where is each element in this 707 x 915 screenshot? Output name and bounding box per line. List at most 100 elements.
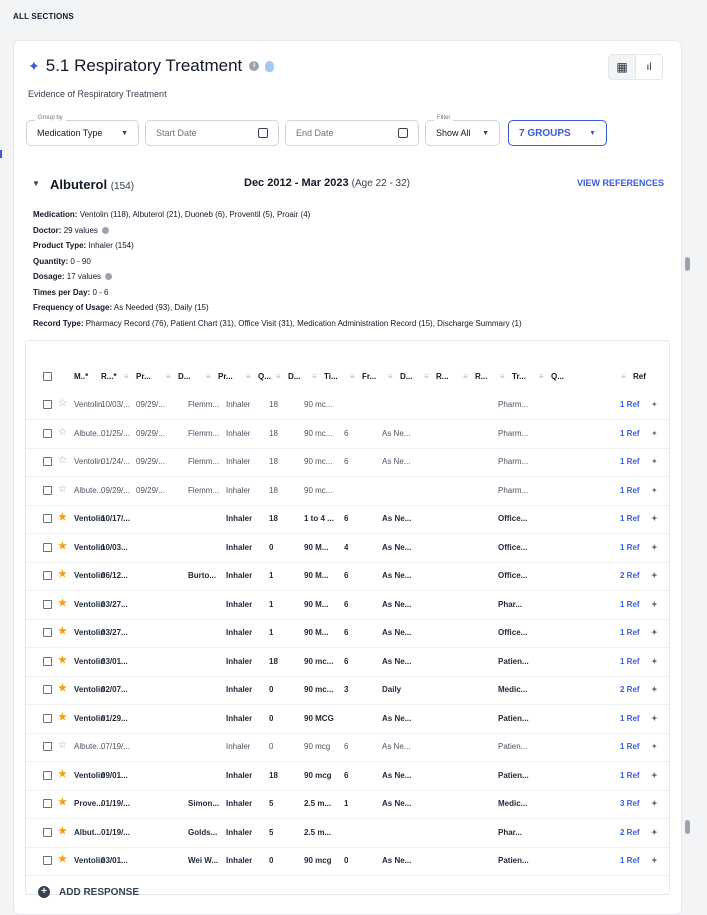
column-header[interactable]: D... [178,372,190,381]
star-icon[interactable]: ★ [58,769,67,780]
row-checkbox[interactable] [43,599,52,609]
ref-link[interactable]: 3 Ref [620,799,640,808]
star-icon[interactable]: ★ [58,854,67,865]
star-icon[interactable]: ☆ [58,484,67,495]
ref-link[interactable]: 1 Ref [620,600,640,609]
ref-link[interactable]: 2 Ref [620,571,640,580]
column-filter-icon[interactable]: ≡ [621,372,626,381]
sparkle-icon[interactable]: ✦ [651,543,658,552]
table-row[interactable]: ☆ Albute... 09/29/... 09/29/... Flemm... Inha… [26,477,669,506]
filter-select[interactable]: Filter Show All ▼ [425,115,500,146]
ref-link[interactable]: 1 Ref [620,856,640,865]
column-filter-icon[interactable]: ≡ [166,372,171,381]
ref-link[interactable]: 1 Ref [620,457,640,466]
row-checkbox[interactable] [43,485,52,495]
column-filter-icon[interactable]: ≡ [424,372,429,381]
table-row[interactable]: ★ Ventolin 03/01... Wei W... Inhaler 0 90 mcg 0… [26,847,669,876]
column-header[interactable]: D... [400,372,412,381]
star-icon[interactable]: ★ [58,541,67,552]
column-header[interactable]: D... [288,372,300,381]
column-header[interactable]: Ref [633,372,646,381]
ref-link[interactable]: 1 Ref [620,771,640,780]
ref-link[interactable]: 1 Ref [620,514,640,523]
sparkle-icon[interactable]: ✦ [651,742,658,751]
sparkle-icon[interactable]: ✦ [651,486,658,495]
table-row[interactable]: ★ Ventolin 03/27... Inhaler 1 90 M... 6 As Ne..… [26,619,669,648]
row-checkbox[interactable] [43,514,52,523]
table-row[interactable]: ☆ Ventolin 01/24/... 09/29/... Flemm... Inhal… [26,448,669,477]
sparkle-icon[interactable]: ✦ [651,457,658,466]
group-by-select[interactable]: Group by Medication Type ▼ [26,115,139,146]
ref-link[interactable]: 1 Ref [620,742,640,751]
star-icon[interactable]: ★ [58,655,67,666]
collapse-chevron-icon[interactable]: ▼ [32,179,40,188]
column-header[interactable]: M..* [74,372,88,381]
scrollbar-thumb-lower[interactable] [685,820,690,834]
star-icon[interactable]: ☆ [58,398,67,409]
star-icon[interactable]: ★ [58,512,67,523]
sparkle-icon[interactable]: ✦ [651,828,658,837]
table-row[interactable]: ☆ Albute... 01/25/... 09/29/... Flemm... Inha… [26,420,669,449]
ref-link[interactable]: 1 Ref [620,657,640,666]
row-checkbox[interactable] [43,799,52,808]
lightbulb-icon[interactable] [265,60,275,72]
ref-link[interactable]: 2 Ref [620,828,640,837]
ref-link[interactable]: 1 Ref [620,486,640,495]
row-checkbox[interactable] [43,542,52,552]
table-row[interactable]: ★ Ventolin 01/29... Inhaler 0 90 MCG As Ne... P… [26,705,669,734]
sparkle-icon[interactable]: ✦ [651,771,658,780]
table-row[interactable]: ★ Ventolin 10/03... Inhaler 0 90 M... 4 As Ne..… [26,534,669,563]
scrollbar[interactable] [683,40,693,913]
ref-link[interactable]: 2 Ref [620,685,640,694]
row-checkbox[interactable] [43,770,52,780]
row-checkbox[interactable] [43,742,52,751]
info-icon[interactable] [105,273,113,281]
column-header[interactable]: Fr... [362,372,376,381]
sparkle-icon[interactable]: ✦ [651,799,658,808]
info-icon[interactable] [102,226,110,234]
table-row[interactable]: ★ Ventolin 10/17/... Inhaler 18 1 to 4 ... 6 As… [26,505,669,534]
column-header[interactable]: R... [436,372,448,381]
column-header[interactable]: Q... [551,372,564,381]
column-filter-icon[interactable]: ≡ [246,372,251,381]
calendar-icon[interactable] [258,128,268,138]
sparkle-icon[interactable]: ✦ [651,685,658,694]
sparkle-icon[interactable]: ✦ [651,600,658,609]
table-row[interactable]: ★ Ventolin 03/27... Inhaler 1 90 M... 6 As Ne..… [26,591,669,620]
table-row[interactable]: ☆ Albute... 07/19/... Inhaler 0 90 mcg 6 As Ne.… [26,733,669,762]
sparkle-icon[interactable]: ✦ [651,714,658,723]
star-icon[interactable]: ☆ [58,740,67,751]
ref-link[interactable]: 1 Ref [620,714,640,723]
column-filter-icon[interactable]: ≡ [463,372,468,381]
table-row[interactable]: ★ Ventolin 06/12... Burto... Inhaler 1 90 M...… [26,562,669,591]
table-row[interactable]: ☆ Ventolin 10/03/... 09/29/... Flemm... Inhal… [26,391,669,420]
table-row[interactable]: ★ Ventolin 02/07... Inhaler 0 90 mc... 3 Daily M… [26,676,669,705]
star-icon[interactable]: ★ [58,797,67,808]
column-header[interactable]: Tr... [512,372,526,381]
row-checkbox[interactable] [43,457,52,466]
star-icon[interactable]: ★ [58,626,67,637]
star-icon[interactable]: ★ [58,826,67,837]
end-date-input[interactable]: End Date [285,120,419,146]
ref-link[interactable]: 1 Ref [620,543,640,552]
row-checkbox[interactable] [43,400,52,409]
row-checkbox[interactable] [43,856,52,865]
column-filter-icon[interactable]: ≡ [124,372,129,381]
table-row[interactable]: ★ Albut... 01/19/... Golds... Inhaler 5 2.5 m.… [26,819,669,848]
table-view-button[interactable]: ▦ [608,54,636,80]
column-filter-icon[interactable]: ≡ [350,372,355,381]
ref-link[interactable]: 1 Ref [620,429,640,438]
row-checkbox[interactable] [43,628,52,637]
info-icon[interactable]: i [249,61,260,71]
star-icon[interactable]: ★ [58,569,67,580]
sparkle-icon[interactable]: ✦ [651,657,658,666]
star-icon[interactable]: ★ [58,683,67,694]
column-filter-icon[interactable]: ≡ [539,372,544,381]
ref-link[interactable]: 1 Ref [620,628,640,637]
column-header[interactable]: R... [475,372,487,381]
select-all-checkbox[interactable] [43,372,52,381]
star-icon[interactable]: ☆ [58,427,67,438]
row-checkbox[interactable] [43,428,52,438]
column-filter-icon[interactable]: ≡ [388,372,393,381]
star-icon[interactable]: ☆ [58,455,67,466]
